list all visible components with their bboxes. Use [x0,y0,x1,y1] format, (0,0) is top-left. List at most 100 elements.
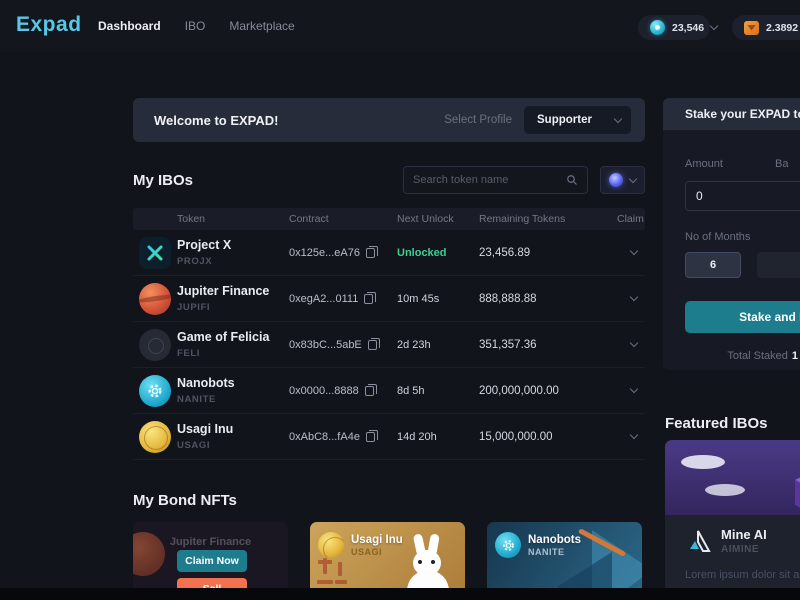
contract-address: 0xegA2...0111 [289,292,359,305]
row-expand-chevron-icon[interactable] [629,384,639,394]
top-navbar: Expad Dashboard IBO Marketplace 23,546 2… [0,0,800,52]
bond-card-name: Jupiter Finance [169,536,252,548]
x-logo-icon [147,245,163,260]
contract-address: 0xAbC8...fA4e [289,430,360,443]
claim-now-button[interactable]: Claim Now [177,550,247,572]
token-ticker: JUPIFI [177,301,211,313]
months-option-12[interactable]: 12 [757,252,800,278]
copy-icon[interactable] [365,245,378,258]
bottom-edge-bar [0,588,800,600]
ibo-table-header: Token Contract Next Unlock Remaining Tok… [133,208,645,230]
mine-ai-illustration [665,440,800,515]
my-bond-nfts-title: My Bond NFTs [133,492,237,509]
chevron-down-icon [613,114,623,123]
stake-amount-input[interactable] [685,181,800,211]
row-expand-chevron-icon[interactable] [629,246,639,256]
token-balance-dropdown[interactable]: 23,546 [638,15,719,40]
balance-label: Ba [775,158,789,170]
token-filter-icon [608,173,623,187]
profile-select-group: Select Profile Supporter [444,106,631,134]
copy-icon[interactable] [365,429,378,442]
usagi-inu-icon [318,532,344,558]
table-row-project-x[interactable]: Project X PROJX 0x125e...eA76 Unlocked 2… [133,230,645,276]
search-icon [567,175,577,185]
next-unlock: Unlocked [397,246,447,259]
expad-coin-icon [650,20,665,35]
token-search [403,166,588,194]
total-staked: Total Staked 1 [663,350,798,362]
bond-card-name: Nanobots [528,533,582,546]
select-profile-label: Select Profile [444,114,512,126]
wallet-balance-badge[interactable]: 2.3892 E [732,15,800,40]
bond-card-name: Usagi Inu [351,533,403,546]
nav-item-marketplace[interactable]: Marketplace [229,19,294,33]
token-name: Nanobots [177,376,235,391]
usagi-inu-icon [139,420,171,453]
token-name: Jupiter Finance [177,284,270,299]
profile-dropdown[interactable]: Supporter [524,106,631,134]
nanobots-icon [139,374,171,407]
remaining-tokens: 200,000,000.00 [479,384,559,397]
chevron-down-icon [709,21,719,31]
project-x-icon [139,236,171,269]
token-name: Project X [177,238,232,253]
remaining-tokens: 888,888.88 [479,292,537,305]
stake-panel-title: Stake your EXPAD to ge [685,107,800,121]
featured-ibos-title: Featured IBOs [665,415,768,432]
bond-card-ticker: USAGI [351,546,383,557]
token-filter-dropdown[interactable] [600,166,645,194]
game-of-felicia-icon [139,328,171,361]
welcome-banner: Welcome to EXPAD! Select Profile Support… [133,98,645,142]
table-row-jupiter-finance[interactable]: Jupiter Finance JUPIFI 0xegA2...0111 10m… [133,276,645,322]
wallet-balance-value: 2.3892 E [766,21,800,34]
table-row-game-of-felicia[interactable]: Game of Felicia FELI 0x83bC...5abE 2d 23… [133,322,645,368]
next-unlock: 8d 5h [397,384,425,397]
stake-panel-header: Stake your EXPAD to ge [663,98,800,130]
contract-address: 0x83bC...5abE [289,338,362,351]
remaining-tokens: 23,456.89 [479,246,531,259]
row-expand-chevron-icon[interactable] [629,292,639,302]
table-row-usagi-inu[interactable]: Usagi Inu USAGI 0xAbC8...fA4e 14d 20h 15… [133,414,645,460]
remaining-tokens: 351,357.36 [479,338,537,351]
months-option-6[interactable]: 6 [685,252,741,278]
copy-icon[interactable] [367,337,380,350]
col-remaining: Remaining Tokens [479,213,566,225]
welcome-title: Welcome to EXPAD! [154,112,279,128]
col-next-unlock: Next Unlock [397,213,454,225]
main-nav: Dashboard IBO Marketplace [98,0,295,52]
stake-button[interactable]: Stake and Mint [685,301,800,333]
ibo-table: Token Contract Next Unlock Remaining Tok… [133,208,645,460]
token-balance-value: 23,546 [672,21,705,34]
gear-icon [502,539,514,551]
amount-label: Amount [685,158,723,170]
copy-icon[interactable] [364,291,377,304]
remaining-tokens: 15,000,000.00 [479,430,553,443]
col-contract: Contract [289,213,329,225]
nav-item-ibo[interactable]: IBO [185,19,206,33]
nanobots-icon [495,532,521,558]
copy-icon[interactable] [364,383,377,396]
row-expand-chevron-icon[interactable] [629,338,639,348]
chevron-down-icon [629,174,638,183]
featured-card-mine-ai[interactable]: Mine AI AIMINE Lorem ipsum dolor sit ame… [665,440,800,600]
expad-logo[interactable]: Expad [16,13,82,37]
nav-item-dashboard[interactable]: Dashboard [98,19,161,33]
featured-token-ticker: AIMINE [721,544,759,555]
token-ticker: USAGI [177,439,211,451]
my-ibos-title: My IBOs [133,172,194,189]
total-staked-value: 1 [791,350,798,362]
profile-dropdown-value: Supporter [537,114,592,126]
token-name: Game of Felicia [177,330,270,345]
col-claim: Claim [617,213,644,225]
jupiter-finance-icon [139,282,171,315]
featured-token-name: Mine AI [721,527,767,542]
token-name: Usagi Inu [177,422,234,437]
search-input[interactable] [413,174,566,186]
token-ticker: FELI [177,347,200,359]
row-expand-chevron-icon[interactable] [629,430,639,440]
wallet-icon [744,20,759,35]
contract-address: 0x125e...eA76 [289,246,360,259]
table-row-nanobots[interactable]: Nanobots NANITE 0x0000...8888 8d 5h 200,… [133,368,645,414]
total-staked-label: Total Staked [727,350,788,362]
token-ticker: NANITE [177,393,216,405]
